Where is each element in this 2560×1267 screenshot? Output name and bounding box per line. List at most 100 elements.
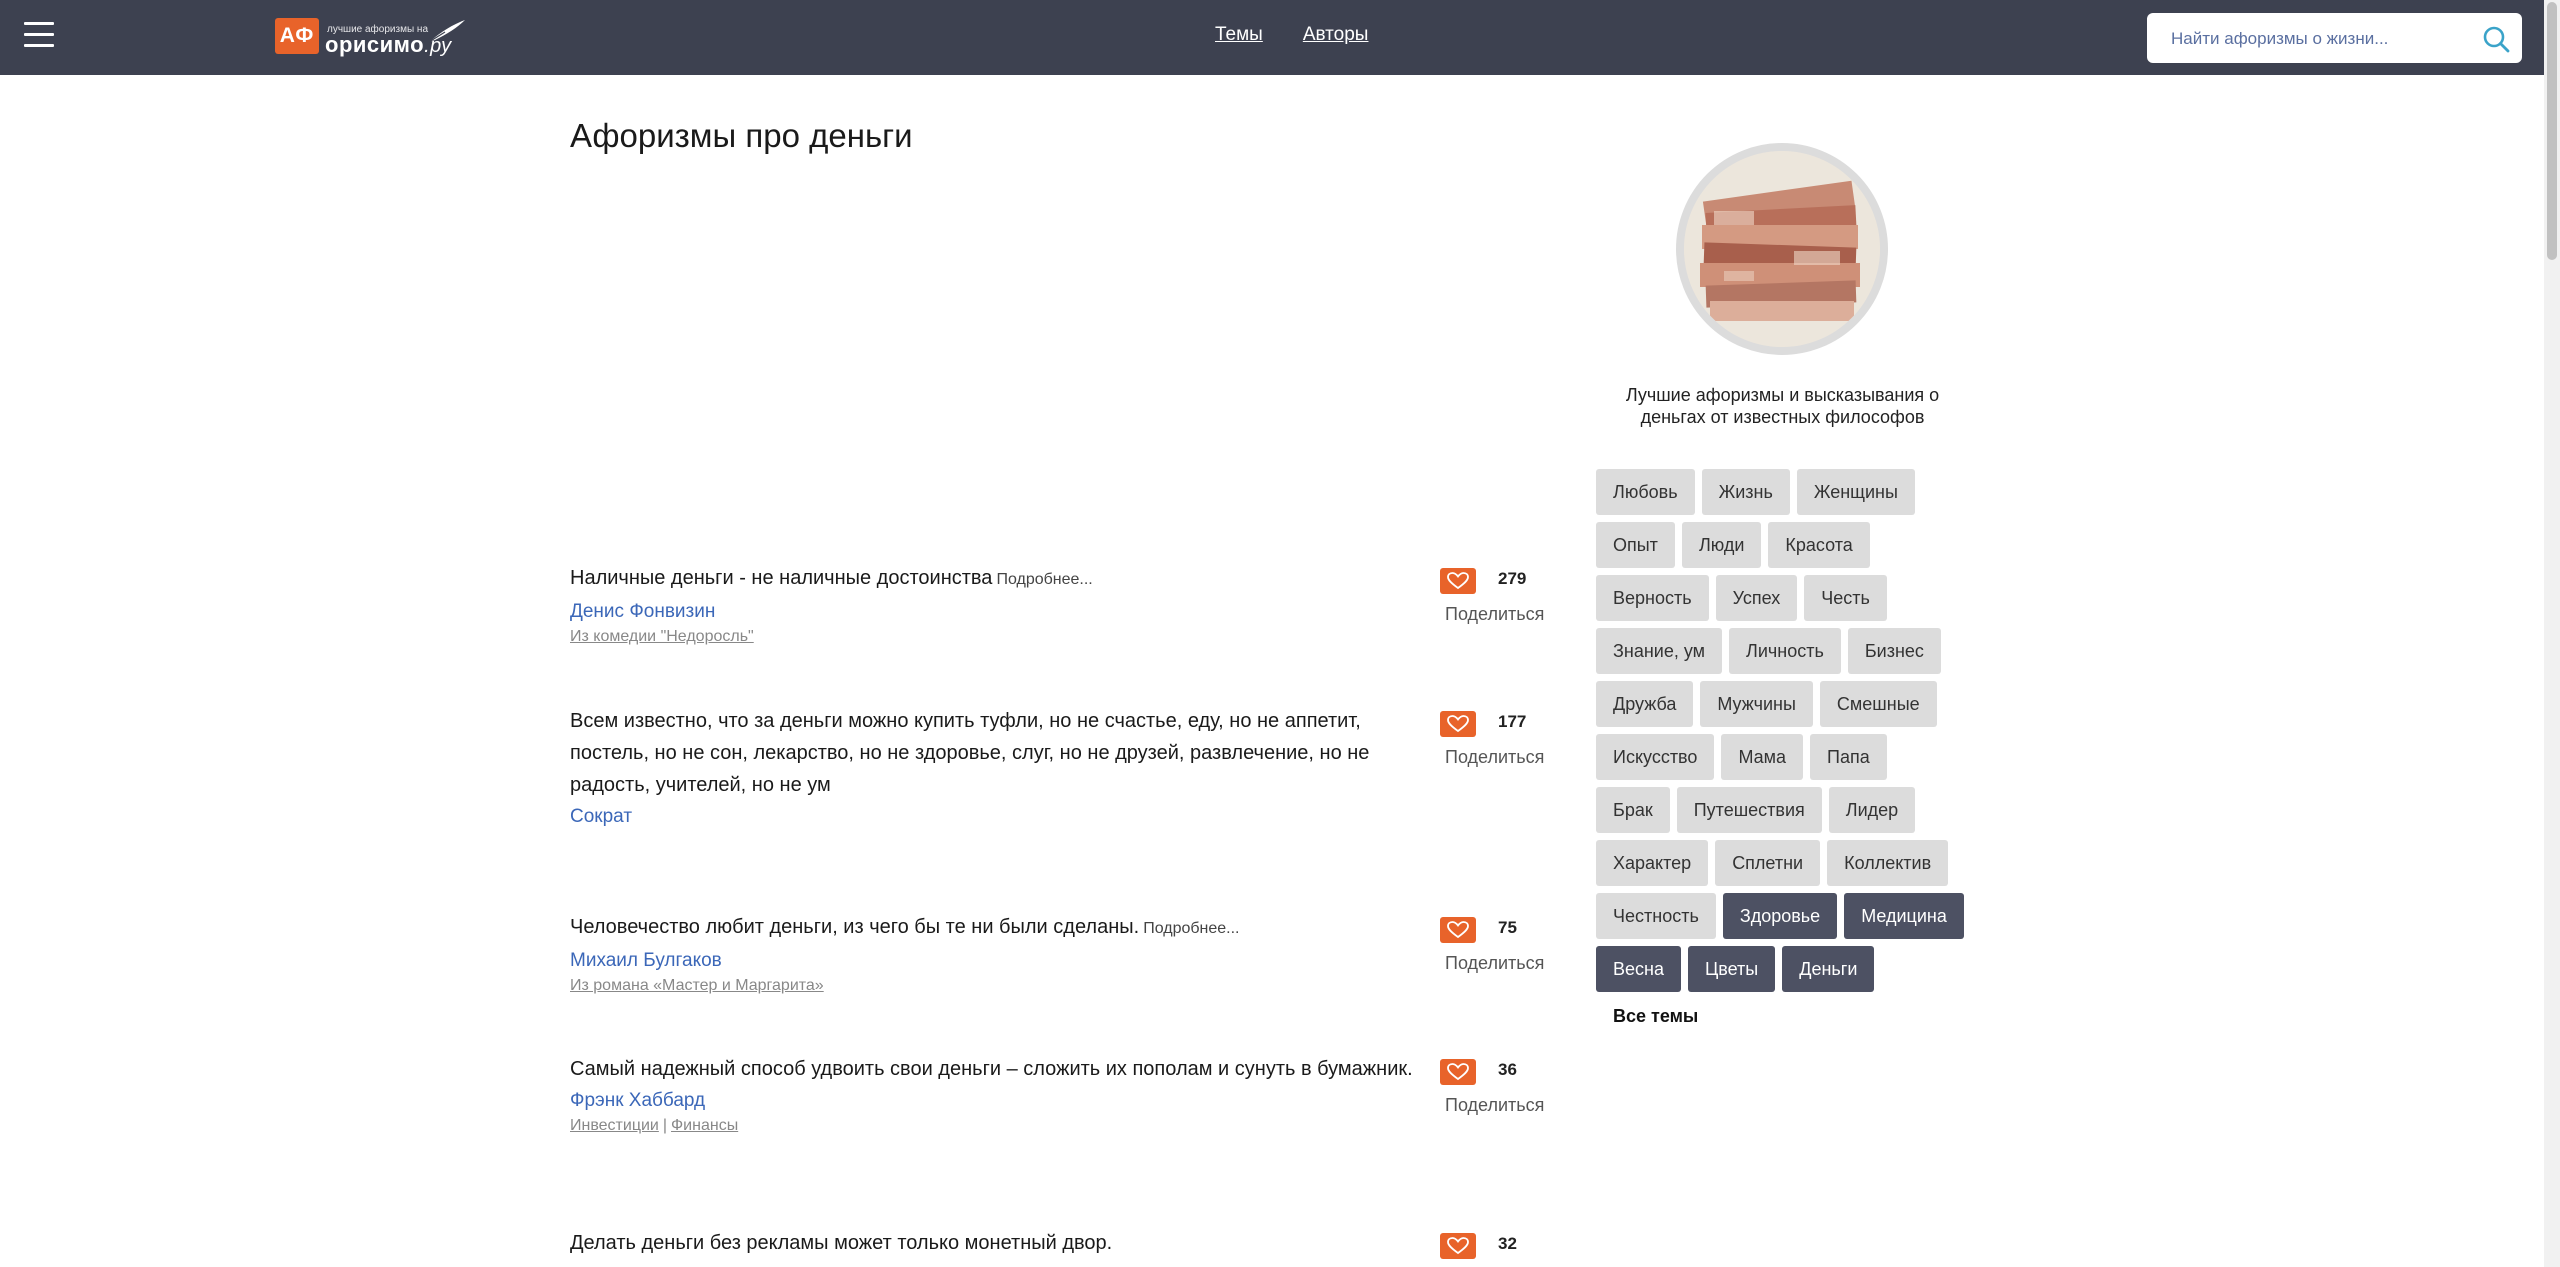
tag-zhizn[interactable]: Жизнь xyxy=(1701,469,1790,515)
tag-row: Верность Успех Честь xyxy=(1596,575,1986,621)
tag-mama[interactable]: Мама xyxy=(1721,734,1804,780)
tag-tsvety[interactable]: Цветы xyxy=(1687,946,1776,992)
more-link[interactable]: Подробнее... xyxy=(1143,920,1239,937)
tag-cloud: Любовь Жизнь Женщины Опыт Люди Красота В… xyxy=(1596,469,1986,999)
tag-biznes[interactable]: Бизнес xyxy=(1847,628,1941,674)
site-logo[interactable]: АФ лучшие афоризмы на орисимо.ру xyxy=(275,16,473,57)
quote-text: Человечество любит деньги, из чего бы те… xyxy=(570,916,1240,938)
heart-icon xyxy=(1447,1063,1469,1081)
tag-chestnost[interactable]: Честность xyxy=(1596,893,1716,939)
tag-lider[interactable]: Лидер xyxy=(1828,787,1916,833)
author-link[interactable]: Михаил Булгаков xyxy=(570,947,1570,975)
quote-source: Из комедии "Недоросль" xyxy=(570,626,1570,648)
tag-znanie-um[interactable]: Знание, ум xyxy=(1596,628,1723,674)
tag-vernost[interactable]: Верность xyxy=(1596,575,1709,621)
topic-description: Лучшие афоризмы и высказывания о деньгах… xyxy=(1625,385,1940,427)
tag-smeshnye[interactable]: Смешные xyxy=(1819,681,1937,727)
tag-row: Искусство Мама Папа xyxy=(1596,734,1986,780)
tag-iskusstvo[interactable]: Искусство xyxy=(1596,734,1715,780)
logo-badge: АФ xyxy=(275,18,319,54)
like-count: 279 xyxy=(1498,569,1527,588)
tag-uspekh[interactable]: Успех xyxy=(1715,575,1798,621)
tag-druzhba[interactable]: Дружба xyxy=(1596,681,1694,727)
tag-spletni[interactable]: Сплетни xyxy=(1715,840,1821,886)
tag-row: Опыт Люди Красота xyxy=(1596,522,1986,568)
tag-puteshestviya[interactable]: Путешествия xyxy=(1676,787,1822,833)
search-input[interactable] xyxy=(2171,26,2471,52)
share-button[interactable]: Поделиться xyxy=(1445,604,1544,625)
tag-krasota[interactable]: Красота xyxy=(1768,522,1870,568)
like-button[interactable] xyxy=(1440,711,1476,737)
source-link[interactable]: Финансы xyxy=(671,1117,738,1134)
quote-item: Всем известно, что за деньги можно купит… xyxy=(570,705,1570,831)
tag-papa[interactable]: Папа xyxy=(1810,734,1887,780)
quote-item: Наличные деньги - не наличные достоинств… xyxy=(570,562,1570,648)
quote-item: Делать деньги без рекламы может только м… xyxy=(570,1227,1570,1259)
like-count: 177 xyxy=(1498,712,1527,731)
tag-lyudi[interactable]: Люди xyxy=(1681,522,1762,568)
heart-icon xyxy=(1447,1237,1469,1255)
top-header: АФ лучшие афоризмы на орисимо.ру Темы Ав… xyxy=(0,0,2544,75)
money-stack-icon xyxy=(1684,151,1880,347)
quote-item: Человечество любит деньги, из чего бы те… xyxy=(570,911,1570,997)
like-count: 32 xyxy=(1498,1234,1517,1253)
tag-row: Честность Здоровье Медицина xyxy=(1596,893,1986,939)
quote-text: Самый надежный способ удвоить свои деньг… xyxy=(570,1058,1413,1080)
tag-kharakter[interactable]: Характер xyxy=(1596,840,1709,886)
tag-zhenshchiny[interactable]: Женщины xyxy=(1796,469,1915,515)
source-link[interactable]: Инвестиции xyxy=(570,1117,659,1134)
share-button[interactable]: Поделиться xyxy=(1445,747,1544,768)
search-icon[interactable] xyxy=(2482,25,2510,53)
tag-chest[interactable]: Честь xyxy=(1804,575,1887,621)
heart-icon xyxy=(1447,715,1469,733)
quote-source: Из романа «Мастер и Маргарита» xyxy=(570,975,1570,997)
more-link[interactable]: Подробнее... xyxy=(996,571,1092,588)
share-button[interactable]: Поделиться xyxy=(1445,953,1544,974)
like-button[interactable] xyxy=(1440,1059,1476,1085)
tag-row: Брак Путешествия Лидер xyxy=(1596,787,1986,833)
tag-brak[interactable]: Брак xyxy=(1596,787,1670,833)
topic-image xyxy=(1676,143,1888,355)
author-link[interactable]: Денис Фонвизин xyxy=(570,598,1570,626)
tag-meditsina[interactable]: Медицина xyxy=(1844,893,1964,939)
tag-zdorovye[interactable]: Здоровье xyxy=(1722,893,1838,939)
tag-dengi[interactable]: Деньги xyxy=(1782,946,1875,992)
author-link[interactable]: Сократ xyxy=(570,803,1570,831)
heart-icon xyxy=(1447,572,1469,590)
like-button[interactable] xyxy=(1440,917,1476,943)
quote-source: Инвестиции | Финансы xyxy=(570,1117,739,1134)
heart-icon xyxy=(1447,921,1469,939)
quote-text: Делать деньги без рекламы может только м… xyxy=(570,1232,1113,1254)
scrollbar-thumb[interactable] xyxy=(2547,2,2557,260)
tag-row: Весна Цветы Деньги xyxy=(1596,946,1986,992)
tag-row: Дружба Мужчины Смешные xyxy=(1596,681,1986,727)
tag-vesna[interactable]: Весна xyxy=(1596,946,1681,992)
quote-text: Всем известно, что за деньги можно купит… xyxy=(570,710,1370,796)
like-button[interactable] xyxy=(1440,568,1476,594)
quote-text: Наличные деньги - не наличные достоинств… xyxy=(570,567,1093,589)
like-count: 75 xyxy=(1498,918,1517,937)
main-nav: Темы Авторы xyxy=(1215,24,1368,46)
like-count: 36 xyxy=(1498,1060,1517,1079)
all-topics-link[interactable]: Все темы xyxy=(1613,1006,1698,1027)
feather-icon xyxy=(428,20,465,43)
tag-kollektiv[interactable]: Коллектив xyxy=(1827,840,1949,886)
tag-lichnost[interactable]: Личность xyxy=(1729,628,1841,674)
search-box xyxy=(2147,13,2522,63)
like-button[interactable] xyxy=(1440,1233,1476,1259)
logo-wordmark: лучшие афоризмы на орисимо.ру xyxy=(323,18,473,57)
nav-authors-link[interactable]: Авторы xyxy=(1303,24,1369,46)
source-link[interactable]: Из комедии "Недоросль" xyxy=(570,628,754,645)
tag-opyt[interactable]: Опыт xyxy=(1596,522,1675,568)
menu-icon[interactable] xyxy=(24,22,54,52)
tag-muzhchiny[interactable]: Мужчины xyxy=(1700,681,1813,727)
share-button[interactable]: Поделиться xyxy=(1445,1095,1544,1116)
quote-item: Самый надежный способ удвоить свои деньг… xyxy=(570,1053,1570,1137)
tag-lyubov[interactable]: Любовь xyxy=(1596,469,1695,515)
page-scrollbar[interactable] xyxy=(2544,0,2560,1267)
source-link[interactable]: Из романа «Мастер и Маргарита» xyxy=(570,977,824,994)
nav-topics-link[interactable]: Темы xyxy=(1215,24,1263,46)
author-link[interactable]: Фрэнк Хаббард xyxy=(570,1087,1570,1115)
tag-row: Любовь Жизнь Женщины xyxy=(1596,469,1986,515)
page-title: Афоризмы про деньги xyxy=(570,117,913,154)
